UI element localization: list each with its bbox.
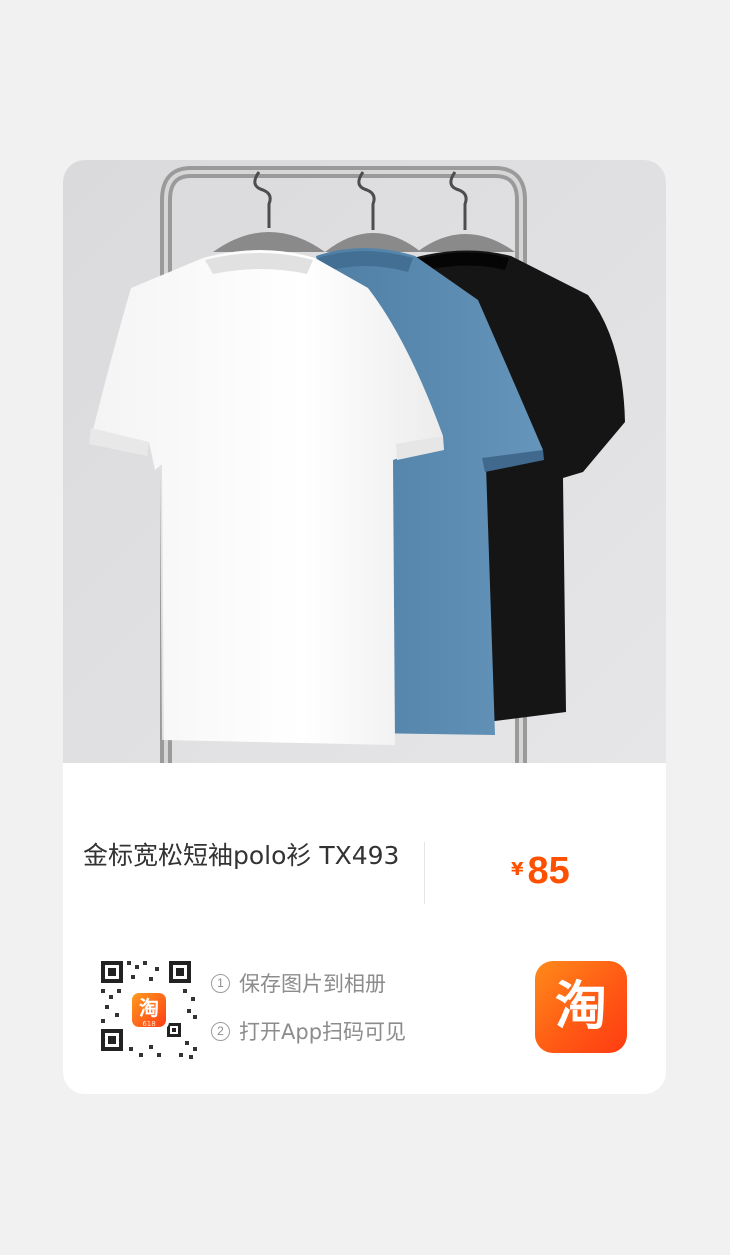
product-title: 金标宽松短袖polo衫 TX493 (83, 841, 400, 870)
product-image (63, 160, 666, 763)
share-poster-card: 金标宽松短袖polo衫 TX493 ¥85 淘 618 1 保存图片到相册 2 … (63, 160, 666, 1094)
qr-logo-text: 淘 (139, 996, 159, 1020)
step-text: 保存图片到相册 (239, 972, 386, 996)
step-text: 打开App扫码可见 (239, 1020, 407, 1044)
instruction-step-2: 2 打开App扫码可见 (211, 1016, 406, 1046)
instruction-step-1: 1 保存图片到相册 (211, 968, 386, 998)
qr-logo-sub: 618 (142, 1020, 156, 1028)
divider (424, 842, 425, 904)
taobao-logo-icon: 淘 618 (132, 993, 166, 1028)
step-number-icon: 1 (211, 973, 230, 993)
price-amount: 85 (527, 850, 570, 892)
price-currency: ¥ (511, 859, 524, 880)
product-price: ¥85 (511, 850, 570, 893)
qr-center-logo: 淘 618 (129, 990, 169, 1030)
step-number-icon: 2 (211, 1021, 230, 1041)
taobao-app-icon[interactable]: 淘 (535, 961, 627, 1053)
